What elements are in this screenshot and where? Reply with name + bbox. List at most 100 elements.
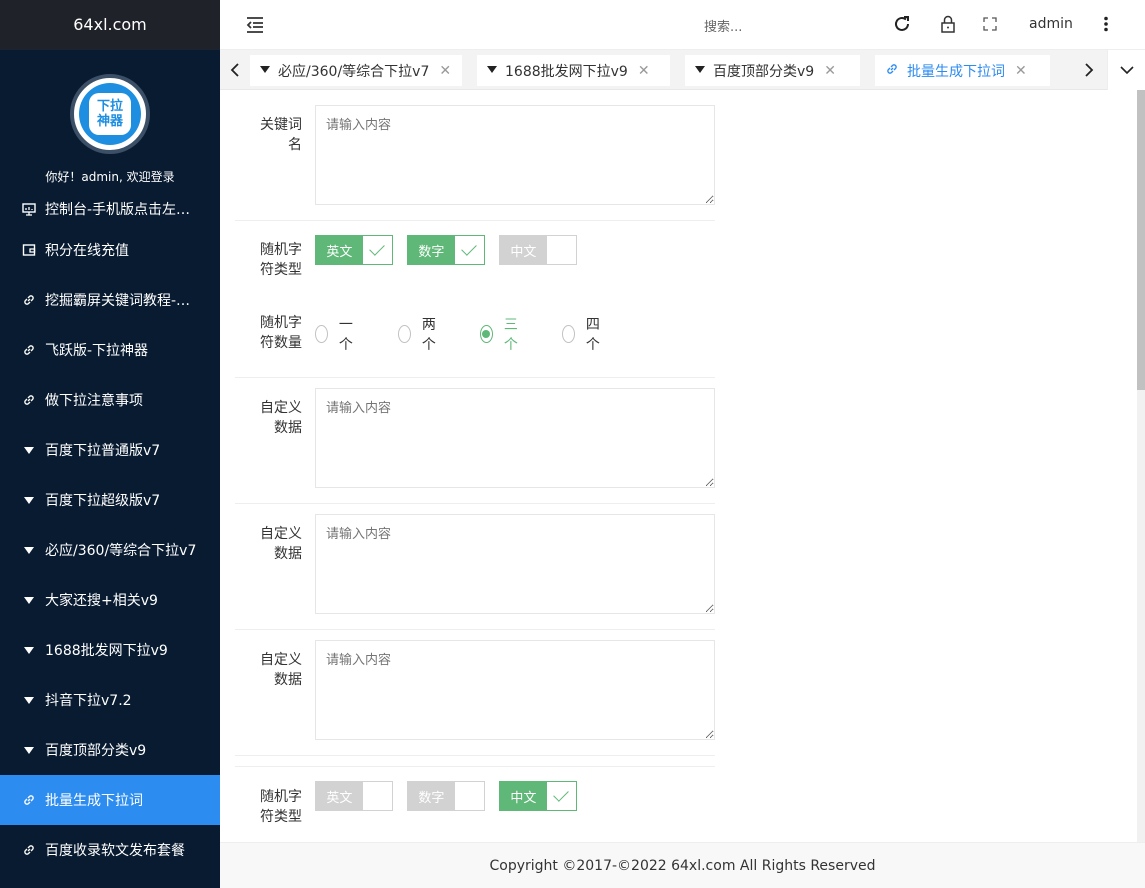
sidebar-item-4[interactable]: 做下拉注意事项 [0,375,220,425]
switch-label: 中文 [500,236,547,264]
sidebar-item-8[interactable]: 大家还搜+相关v9 [0,575,220,625]
switch-box [363,782,392,810]
custom-label-2: 自定义数据 [260,526,302,562]
close-icon[interactable]: ✕ [1015,63,1027,79]
tab-2[interactable]: 百度顶部分类v9 ✕ [685,55,860,86]
triangle-down-icon [21,542,37,558]
tab-label: 1688批发网下拉v9 [505,63,628,80]
sidebar-item-2[interactable]: 挖掘霸屏关键词教程-… [0,275,220,325]
tab-next-icon[interactable] [1074,50,1104,90]
radio-option-2[interactable]: 三个 [480,314,523,354]
avatar-circle: 下拉 神器 [79,83,141,145]
user-name[interactable]: admin [1029,16,1073,32]
custom-label-3: 自定义数据 [260,652,302,688]
close-icon[interactable]: ✕ [638,63,650,79]
triangle-down-icon [21,642,37,658]
tab-dropdown-icon[interactable] [1107,50,1145,90]
close-icon[interactable]: ✕ [439,63,451,79]
radio-option-0[interactable]: 一个 [315,314,358,354]
sidebar-item-10[interactable]: 抖音下拉v7.2 [0,675,220,725]
wallet-icon [21,242,37,258]
welcome-text: 你好！admin, 欢迎登录 [45,170,175,184]
custom-row-3: 自定义数据 [235,630,715,756]
sidebar-item-label: 必应/360/等综合下拉v7 [45,543,197,559]
triangle-down-icon [21,592,37,608]
custom-textarea-3[interactable] [315,640,715,740]
sidebar-item-5[interactable]: 百度下拉普通版v7 [0,425,220,475]
switch-1[interactable]: 数字 [407,781,485,811]
radio-option-3[interactable]: 四个 [562,314,605,354]
sidebar-item-6[interactable]: 百度下拉超级版v7 [0,475,220,525]
monitor-icon [21,201,37,217]
custom-row-1: 自定义数据 [235,378,715,504]
tab-label: 批量生成下拉词 [907,63,1005,80]
switch-1[interactable]: 数字 [407,235,485,265]
custom-textarea-2[interactable] [315,514,715,614]
sidebar: 64xl.com 下拉 神器 你好！admin, 欢迎登录 控制台-手机版点击左… [0,0,220,888]
sidebar-item-label: 百度下拉普通版v7 [45,443,161,459]
sidebar-item-label: 批量生成下拉词 [45,793,143,809]
sidebar-item-1[interactable]: 积分在线充值 [0,225,220,275]
triangle-down-icon [21,742,37,758]
switch-0[interactable]: 英文 [315,781,393,811]
triangle-down-icon [21,492,37,508]
radio-label: 两个 [421,317,436,353]
sidebar-item-7[interactable]: 必应/360/等综合下拉v7 [0,525,220,575]
triangle-down-icon [21,692,37,708]
random-type-row: 随机字符类型 英文 数字 中文 [235,221,715,291]
tab-3[interactable]: 批量生成下拉词 ✕ [875,55,1050,86]
sidebar-item-9[interactable]: 1688批发网下拉v9 [0,625,220,675]
keyword-row: 关键词名 [235,90,715,221]
switch-label: 中文 [500,782,547,810]
switch-box [547,236,576,264]
menu-toggle-icon[interactable] [245,15,265,35]
sidebar-item-13[interactable]: 百度收录软文发布套餐 [0,825,220,875]
sidebar-item-label: 做下拉注意事项 [45,393,143,409]
link-icon [21,842,37,858]
radio-label: 三个 [503,317,518,353]
more-vertical-icon[interactable] [1096,14,1116,34]
radio-circle-icon [315,325,328,343]
sidebar-item-11[interactable]: 百度顶部分类v9 [0,725,220,775]
tab-bar: 必应/360/等综合下拉v7 ✕ 1688批发网下拉v9 ✕ 百度顶部分类v9 ✕ 批量生成… [220,50,1145,90]
random-count-label: 随机字符数量 [260,315,302,351]
main-content: 关键词名 随机字符类型 英文数字中文 随机字符数量 一个两个三个四个 自定义数据… [220,90,1137,842]
fullscreen-icon[interactable] [980,14,1000,34]
scrollbar-thumb[interactable] [1137,90,1145,390]
avatar[interactable]: 下拉 神器 [70,74,150,154]
lock-icon[interactable] [938,14,958,34]
sidebar-item-0[interactable]: 控制台-手机版点击左… [0,193,220,225]
tab-1[interactable]: 1688批发网下拉v9 ✕ [477,55,670,86]
custom-row-2: 自定义数据 [235,504,715,630]
random-type-label: 随机字符类型 [260,242,302,278]
brand-logo[interactable]: 64xl.com [0,0,220,50]
sidebar-item-label: 飞跃版-下拉神器 [45,343,149,359]
switch-0[interactable]: 英文 [315,235,393,265]
sidebar-item-12[interactable]: 批量生成下拉词 [0,775,220,825]
refresh-icon[interactable] [892,14,912,34]
random-type-label-2: 随机字符类型 [260,789,302,825]
custom-textarea-1[interactable] [315,388,715,488]
tab-0[interactable]: 必应/360/等综合下拉v7 ✕ [250,55,462,86]
close-icon[interactable]: ✕ [824,63,836,79]
keyword-textarea[interactable] [315,105,715,205]
radio-option-1[interactable]: 两个 [398,314,441,354]
sidebar-item-label: 积分在线充值 [45,243,129,259]
sidebar-item-label: 抖音下拉v7.2 [45,693,132,709]
check-icon [547,782,576,810]
switch-2[interactable]: 中文 [499,235,577,265]
check-icon [455,236,484,264]
radio-circle-icon [398,325,411,343]
link-icon [21,292,37,308]
switch-box [455,782,484,810]
random-type-row-2: 随机字符类型 英文 数字 中文 [235,766,715,842]
sidebar-item-label: 百度顶部分类v9 [45,743,147,759]
tab-prev-icon[interactable] [220,50,250,90]
sidebar-item-3[interactable]: 飞跃版-下拉神器 [0,325,220,375]
radio-label: 一个 [338,317,353,353]
footer: Copyright ©2017-©2022 64xl.com All Right… [220,842,1145,888]
switch-2[interactable]: 中文 [499,781,577,811]
avatar-wrap: 下拉 神器 [0,50,220,154]
scrollbar[interactable] [1137,90,1145,842]
search-input[interactable]: 搜索... [704,16,742,35]
